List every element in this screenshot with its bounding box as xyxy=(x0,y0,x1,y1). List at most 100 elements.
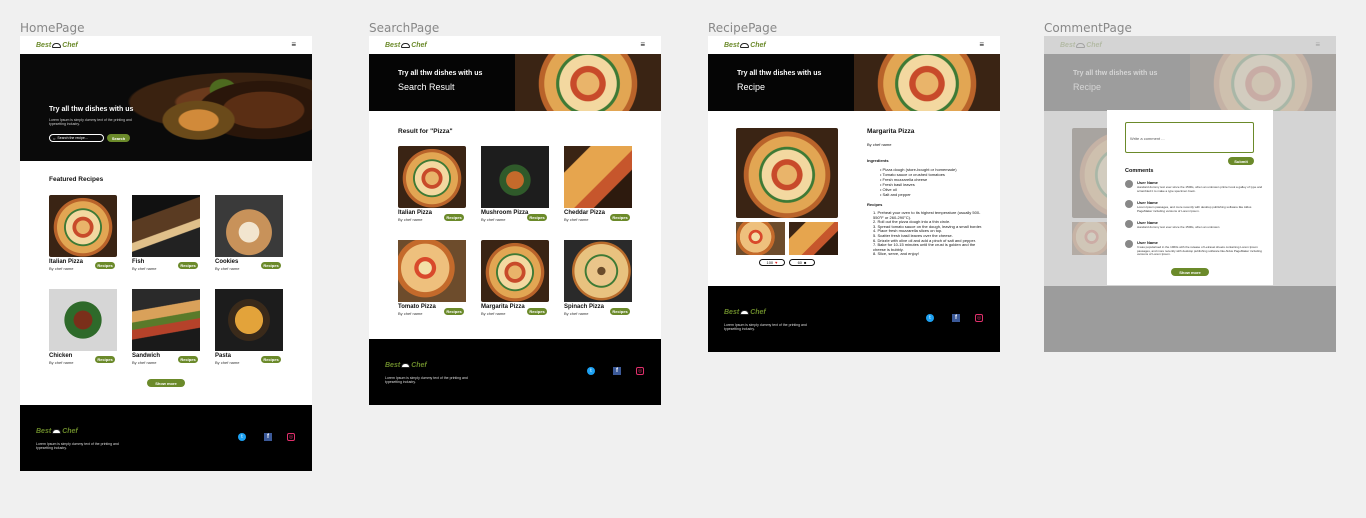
comment-placeholder: Write a comment ... xyxy=(1130,136,1165,141)
step-item: 8. Slice, serve, and enjoy! xyxy=(873,251,919,257)
like-counter[interactable]: 100 ♥ xyxy=(759,259,785,266)
show-more-button[interactable]: Show more xyxy=(147,379,185,387)
logo-text-left: Best xyxy=(724,41,740,49)
twitter-icon[interactable]: t xyxy=(238,433,246,441)
recipes-button[interactable]: Recipes xyxy=(444,214,464,221)
recipe-thumb-image[interactable] xyxy=(789,222,838,255)
search-hero: Try all thw dishes with us Search Result xyxy=(369,54,661,111)
submit-button[interactable]: Submit xyxy=(1228,157,1254,165)
logo-text-right: Chef xyxy=(750,309,766,316)
comment-text: Lorem Ipsum passages, and more recently … xyxy=(1137,205,1252,213)
frame-label-recipe: RecipePage xyxy=(708,21,778,35)
heart-icon: ♥ xyxy=(775,260,778,265)
ingredients-title: Ingredients xyxy=(867,158,889,163)
card-image-italian-pizza[interactable] xyxy=(49,195,117,257)
card-title: Cookies xyxy=(215,259,239,265)
card-image-sandwich[interactable] xyxy=(132,289,200,351)
comment-counter[interactable]: 60 ■ xyxy=(789,259,815,266)
comment-count: 60 xyxy=(797,260,803,265)
card-title: Mushroom Pizza xyxy=(481,210,529,216)
recipes-button[interactable]: Recipes xyxy=(527,308,547,315)
logo-text-left: Best xyxy=(36,41,52,49)
instagram-icon[interactable]: ◎ xyxy=(287,433,295,441)
search-input[interactable]: ○ Search the recipe... xyxy=(49,134,104,142)
facebook-icon[interactable]: f xyxy=(952,314,960,322)
twitter-icon[interactable]: t xyxy=(926,314,934,322)
recipe-main-image[interactable] xyxy=(736,128,838,218)
chef-hat-icon xyxy=(740,310,750,315)
card-image-pasta[interactable] xyxy=(215,289,283,351)
search-button[interactable]: Search xyxy=(107,134,130,142)
recipes-button[interactable]: Recipes xyxy=(610,214,630,221)
footer-logo[interactable]: Best Chef xyxy=(724,309,766,316)
card-title: Italian Pizza xyxy=(398,210,433,216)
ingredients-list: • Pizza dough (store-bought or homemade)… xyxy=(880,167,990,197)
frame-label-comment: CommentPage xyxy=(1044,21,1132,35)
recipes-button[interactable]: Recipes xyxy=(444,308,464,315)
card-author: By chef name xyxy=(481,311,506,316)
instagram-icon[interactable]: ◎ xyxy=(975,314,983,322)
card-image-margarita-pizza[interactable] xyxy=(481,240,549,302)
ingredient-item: • Salt and pepper xyxy=(880,192,911,197)
card-title: Cheddar Pizza xyxy=(564,210,606,216)
recipes-button[interactable]: Recipes xyxy=(178,262,198,269)
recipes-button[interactable]: Recipes xyxy=(95,262,115,269)
menu-icon[interactable]: ≡ xyxy=(291,41,296,49)
card-image-cheddar-pizza[interactable] xyxy=(564,146,632,208)
comment-text: standard dummy text ever since the 1500s… xyxy=(1137,225,1220,229)
card-image-fish[interactable] xyxy=(132,195,200,257)
steps-list: 1. Preheat your oven to its highest temp… xyxy=(873,210,983,257)
search-icon: ○ xyxy=(53,135,56,141)
card-image-cookies[interactable] xyxy=(215,195,283,257)
hero-description: Lorem Ipsum is simply dummy text of the … xyxy=(49,118,132,127)
logo[interactable]: Best Chef xyxy=(36,42,78,49)
chef-hat-icon xyxy=(52,42,62,48)
recipes-button[interactable]: Recipes xyxy=(610,308,630,315)
card-title: Chicken xyxy=(49,353,73,359)
footer-logo[interactable]: Best Chef xyxy=(385,362,427,369)
logo-text-right: Chef xyxy=(411,41,427,49)
card-image-spinach-pizza[interactable] xyxy=(564,240,632,302)
menu-icon[interactable]: ≡ xyxy=(640,41,645,49)
search-placeholder: Search the recipe... xyxy=(57,136,88,140)
recipes-button[interactable]: Recipes xyxy=(178,356,198,363)
show-more-button[interactable]: Show more xyxy=(1171,268,1209,276)
logo-text-right: Chef xyxy=(62,428,78,435)
card-image-italian-pizza[interactable] xyxy=(398,146,466,208)
comment-input[interactable]: Write a comment ... xyxy=(1125,122,1254,153)
facebook-icon[interactable]: f xyxy=(613,367,621,375)
recipes-button[interactable]: Recipes xyxy=(95,356,115,363)
facebook-icon[interactable]: f xyxy=(264,433,272,441)
logo[interactable]: Best Chef xyxy=(385,42,427,49)
logo[interactable]: Best Chef xyxy=(724,42,766,49)
like-count: 100 xyxy=(766,260,774,265)
recipes-button[interactable]: Recipes xyxy=(261,262,281,269)
footer-description: Lorem Ipsum is simply dummy text of the … xyxy=(724,323,807,332)
recipes-button[interactable]: Recipes xyxy=(261,356,281,363)
recipes-title: Recipes xyxy=(867,202,883,207)
card-author: By chef name xyxy=(132,266,157,271)
frame-label-search: SearchPage xyxy=(369,21,440,35)
card-author: By chef name xyxy=(49,360,74,365)
card-image-chicken[interactable] xyxy=(49,289,117,351)
card-image-tomato-pizza[interactable] xyxy=(398,240,466,302)
card-author: By chef name xyxy=(564,217,589,222)
recipe-page-frame: Best Chef ≡ Try all thw dishes with us Re… xyxy=(708,36,1000,352)
instagram-icon[interactable]: ◎ xyxy=(636,367,644,375)
card-author: By chef name xyxy=(132,360,157,365)
card-image-mushroom-pizza[interactable] xyxy=(481,146,549,208)
card-author: By chef name xyxy=(49,266,74,271)
footer-logo[interactable]: Best Chef xyxy=(36,428,78,435)
hero-food-image xyxy=(854,54,1000,111)
chef-hat-icon xyxy=(401,42,411,48)
recipe-thumb-image[interactable] xyxy=(736,222,785,255)
twitter-icon[interactable]: t xyxy=(587,367,595,375)
recipes-button[interactable]: Recipes xyxy=(527,214,547,221)
card-author: By chef name xyxy=(215,266,240,271)
footer-description: Lorem Ipsum is simply dummy text of the … xyxy=(385,376,468,385)
menu-icon[interactable]: ≡ xyxy=(979,41,984,49)
user-avatar-icon xyxy=(1125,240,1133,248)
comment-text: standard dummy text ever since the 1500s… xyxy=(1137,185,1263,193)
recipe-chef: By chef name xyxy=(867,142,892,147)
card-title: Sandwich xyxy=(132,353,161,359)
